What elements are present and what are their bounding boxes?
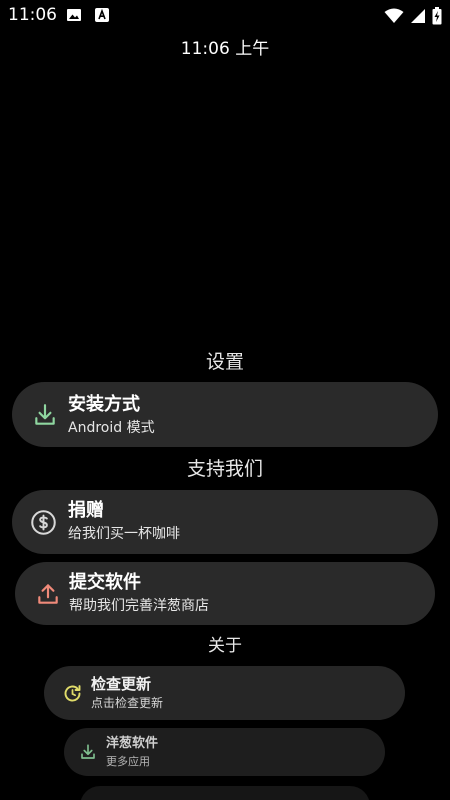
install-method-text: 安装方式 Android 模式 — [68, 393, 155, 438]
download-icon — [32, 402, 58, 428]
donate-title: 捐赠 — [68, 500, 104, 521]
check-update-text: 检查更新 点击检查更新 — [91, 674, 163, 712]
install-method-item[interactable]: 安装方式 Android 模式 — [12, 382, 438, 447]
section-support-title: 支持我们 — [186, 458, 263, 480]
onion-software-title: 洋葱软件 — [106, 736, 159, 751]
onion-software-subtitle: 更多应用 — [106, 755, 150, 768]
download-icon — [79, 743, 97, 761]
section-about-title: 关于 — [208, 636, 242, 656]
check-update-item[interactable]: 检查更新 点击检查更新 — [44, 666, 405, 720]
update-clock-icon — [62, 683, 83, 704]
signal-icon — [411, 9, 425, 23]
next-item-partial[interactable] — [80, 786, 370, 800]
clock-text: 11:06 上午 — [180, 39, 270, 59]
section-settings-title: 设置 — [205, 351, 244, 373]
keyboard-a-icon — [95, 8, 109, 22]
submit-software-item[interactable]: 提交软件 帮助我们完善洋葱商店 — [15, 562, 435, 625]
status-icons — [384, 6, 442, 26]
check-update-title: 检查更新 — [91, 675, 152, 693]
status-bar: 11:06 — [0, 0, 450, 32]
submit-software-text: 提交软件 帮助我们完善洋葱商店 — [69, 571, 209, 616]
status-time: 11:06 — [8, 5, 57, 25]
donate-item[interactable]: 捐赠 给我们买一杯咖啡 — [12, 490, 438, 554]
check-update-subtitle: 点击检查更新 — [91, 696, 164, 710]
donate-text: 捐赠 给我们买一杯咖啡 — [68, 499, 180, 544]
submit-software-subtitle: 帮助我们完善洋葱商店 — [69, 598, 209, 614]
wifi-icon — [384, 8, 404, 23]
onion-software-text: 洋葱软件 更多应用 — [106, 735, 158, 769]
battery-charging-icon — [432, 7, 442, 25]
upload-icon — [35, 581, 61, 607]
install-method-subtitle: Android 模式 — [68, 420, 155, 436]
install-method-title: 安装方式 — [68, 394, 140, 415]
submit-software-title: 提交软件 — [69, 572, 141, 593]
onion-software-item[interactable]: 洋葱软件 更多应用 — [64, 728, 385, 776]
donate-subtitle: 给我们买一杯咖啡 — [68, 526, 180, 542]
image-icon — [67, 9, 81, 21]
dollar-circle-icon — [30, 509, 57, 536]
